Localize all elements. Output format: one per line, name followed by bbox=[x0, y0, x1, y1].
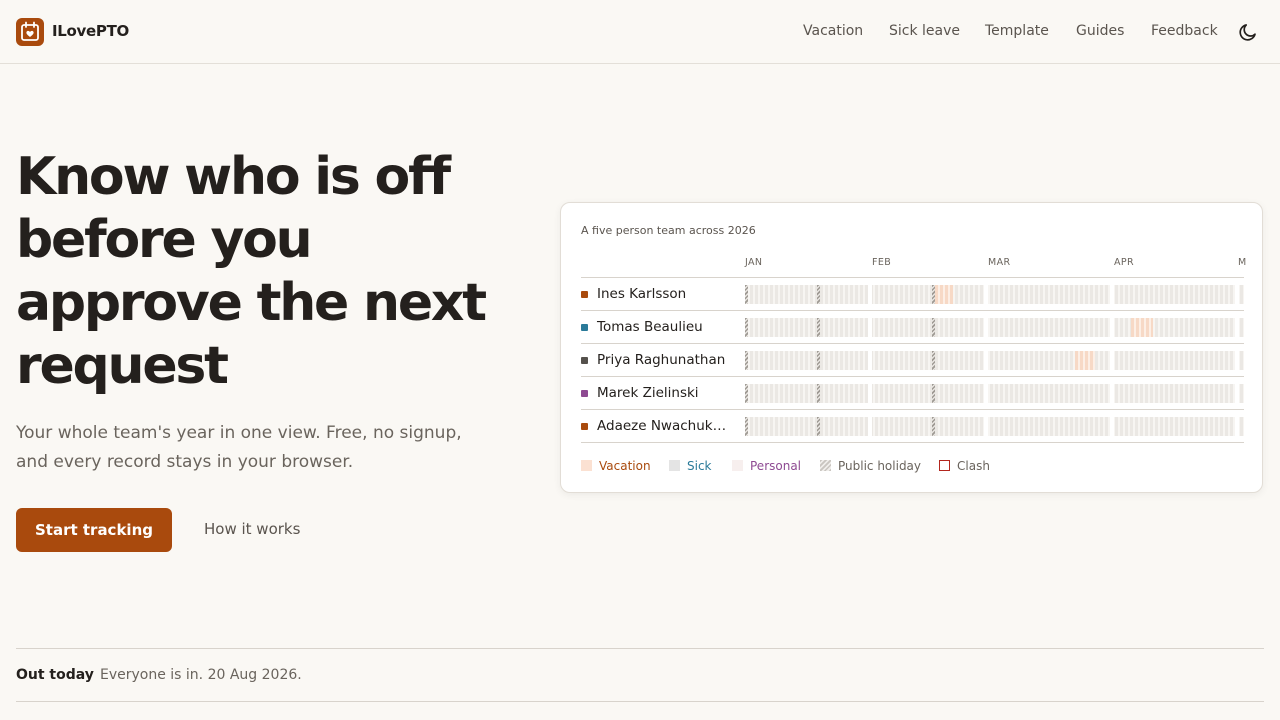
nav-template[interactable]: Template bbox=[985, 23, 1049, 39]
person-color-dot bbox=[581, 291, 588, 298]
person-color-dot bbox=[581, 324, 588, 331]
site-header: ILovePTO Vacation Sick leave Template Gu… bbox=[0, 0, 1280, 64]
month-label: M bbox=[1238, 257, 1247, 268]
out-today-status: Everyone is in. 20 Aug 2026. bbox=[100, 667, 302, 683]
public-holiday-mark bbox=[817, 384, 820, 403]
vacation-block bbox=[1075, 351, 1095, 370]
vacation-block bbox=[935, 285, 953, 304]
calendar-heart-icon[interactable] bbox=[16, 18, 44, 46]
sick-swatch bbox=[669, 460, 680, 471]
public-holiday-mark bbox=[745, 351, 748, 370]
team-row[interactable]: Priya Raghunathan bbox=[581, 344, 1244, 377]
public-holiday-mark bbox=[745, 285, 748, 304]
month-label: JAN bbox=[745, 257, 763, 268]
month-separator bbox=[1110, 384, 1114, 403]
out-today-bar: Out today Everyone is in. 20 Aug 2026. bbox=[16, 648, 1264, 702]
person-name: Tomas Beaulieu bbox=[597, 319, 703, 335]
month-separator bbox=[868, 351, 872, 370]
month-separator bbox=[1110, 318, 1114, 337]
legend-label: Clash bbox=[957, 459, 990, 473]
month-header: JAN FEB MAR APR M bbox=[561, 257, 1262, 271]
public-holiday-mark bbox=[817, 285, 820, 304]
month-separator bbox=[1235, 417, 1239, 436]
preview-title: A five person team across 2026 bbox=[581, 224, 756, 237]
team-row[interactable]: Marek Zielinski bbox=[581, 377, 1244, 410]
public-holiday-mark bbox=[745, 318, 748, 337]
month-separator bbox=[984, 285, 988, 304]
clash-swatch bbox=[939, 460, 950, 471]
month-separator bbox=[984, 417, 988, 436]
vacation-swatch bbox=[581, 460, 592, 471]
how-it-works-link[interactable]: How it works bbox=[204, 520, 300, 538]
legend-label: Personal bbox=[750, 459, 802, 473]
public-holiday-mark bbox=[817, 417, 820, 436]
person-name: Adaeze Nwachuk… bbox=[597, 418, 727, 434]
month-separator bbox=[1110, 285, 1114, 304]
public-holiday-mark bbox=[817, 351, 820, 370]
person-color-dot bbox=[581, 357, 588, 364]
person-name: Ines Karlsson bbox=[597, 286, 687, 302]
public-holiday-mark bbox=[932, 285, 935, 304]
legend: Vacation Sick Personal Public holiday Cl… bbox=[581, 459, 1244, 473]
legend-label: Sick bbox=[687, 459, 712, 473]
public-holiday-mark bbox=[932, 417, 935, 436]
month-label: APR bbox=[1114, 257, 1135, 268]
month-separator bbox=[1110, 417, 1114, 436]
month-separator bbox=[868, 417, 872, 436]
month-separator bbox=[868, 384, 872, 403]
public-holiday-mark bbox=[745, 384, 748, 403]
month-separator bbox=[984, 384, 988, 403]
nav-vacation[interactable]: Vacation bbox=[803, 23, 863, 39]
team-grid: Ines Karlsson Tomas Beaulieu Priya Raghu… bbox=[581, 277, 1244, 443]
vacation-block bbox=[1131, 318, 1153, 337]
start-tracking-button[interactable]: Start tracking bbox=[16, 508, 172, 552]
person-color-dot bbox=[581, 390, 588, 397]
public-holiday-mark bbox=[817, 318, 820, 337]
month-label: MAR bbox=[988, 257, 1011, 268]
year-strip[interactable] bbox=[745, 351, 1244, 370]
team-row[interactable]: Adaeze Nwachuk… bbox=[581, 410, 1244, 443]
nav-feedback[interactable]: Feedback bbox=[1151, 23, 1218, 39]
personal-swatch bbox=[732, 460, 743, 471]
month-separator bbox=[984, 318, 988, 337]
month-separator bbox=[868, 285, 872, 304]
moon-icon[interactable] bbox=[1237, 21, 1259, 43]
public-holiday-mark bbox=[745, 417, 748, 436]
brand-name[interactable]: ILovePTO bbox=[52, 22, 129, 40]
legend-label: Vacation bbox=[599, 459, 651, 473]
month-separator bbox=[1110, 351, 1114, 370]
year-strip[interactable] bbox=[745, 417, 1244, 436]
team-row[interactable]: Tomas Beaulieu bbox=[581, 311, 1244, 344]
out-today-label: Out today bbox=[16, 667, 94, 683]
hero-title: Know who is off before you approve the n… bbox=[16, 147, 487, 396]
year-strip[interactable] bbox=[745, 318, 1244, 337]
year-strip[interactable] bbox=[745, 384, 1244, 403]
month-separator bbox=[1235, 318, 1239, 337]
year-strip[interactable] bbox=[745, 285, 1244, 304]
month-separator bbox=[1235, 351, 1239, 370]
nav-sick-leave[interactable]: Sick leave bbox=[889, 23, 960, 39]
public-holiday-mark bbox=[932, 384, 935, 403]
public-holiday-mark bbox=[932, 318, 935, 337]
hero-subtitle: Your whole team's year in one view. Free… bbox=[16, 423, 462, 472]
person-name: Marek Zielinski bbox=[597, 385, 699, 401]
team-calendar-preview: A five person team across 2026 JAN FEB M… bbox=[560, 202, 1263, 493]
person-name: Priya Raghunathan bbox=[597, 352, 726, 368]
legend-label: Public holiday bbox=[838, 459, 922, 473]
person-color-dot bbox=[581, 423, 588, 430]
nav-guides[interactable]: Guides bbox=[1076, 23, 1124, 39]
month-label: FEB bbox=[872, 257, 892, 268]
public-holiday-mark bbox=[932, 351, 935, 370]
public-holiday-swatch bbox=[820, 460, 831, 471]
month-separator bbox=[984, 351, 988, 370]
month-separator bbox=[868, 318, 872, 337]
month-separator bbox=[1235, 285, 1239, 304]
team-row[interactable]: Ines Karlsson bbox=[581, 278, 1244, 311]
month-separator bbox=[1235, 384, 1239, 403]
